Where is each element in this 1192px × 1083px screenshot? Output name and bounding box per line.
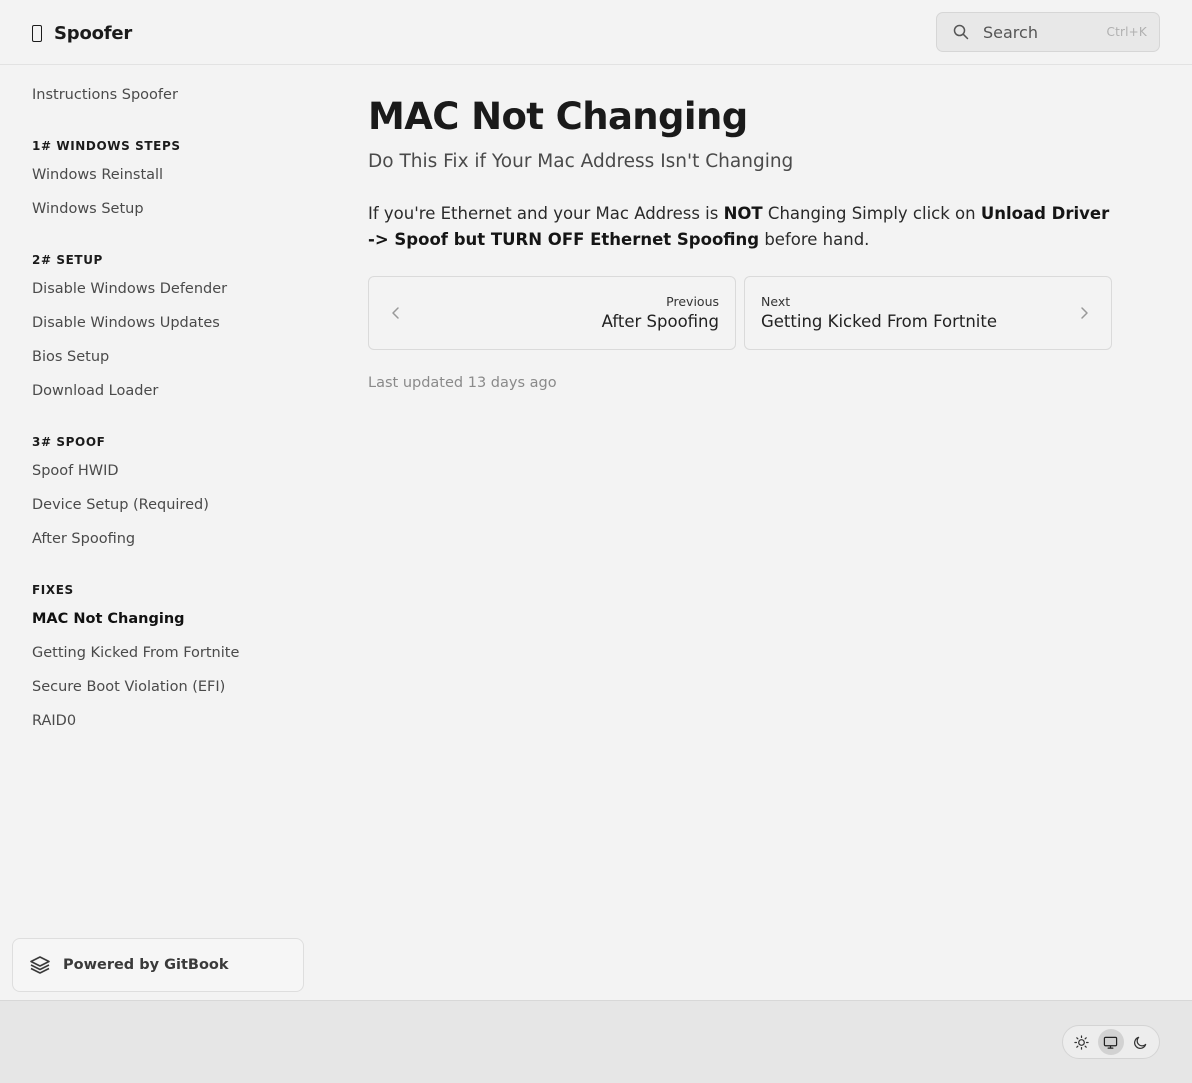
- sidebar-group-setup: 2# SETUP: [32, 253, 103, 267]
- moon-icon: [1133, 1036, 1147, 1049]
- theme-system-button[interactable]: [1097, 1029, 1124, 1055]
- previous-page-title: After Spoofing: [601, 312, 719, 331]
- chevron-right-icon: [1081, 307, 1088, 319]
- sidebar-item-after-spoofing[interactable]: After Spoofing: [32, 531, 135, 547]
- theme-dark-button[interactable]: [1127, 1029, 1153, 1055]
- sidebar-group-spoof: 3# SPOOF: [32, 435, 106, 449]
- body-text-1: If you're Ethernet and your Mac Address …: [368, 204, 724, 223]
- powered-by-gitbook-link[interactable]: Powered by GitBook: [12, 938, 304, 992]
- site-name: Spoofer: [54, 22, 133, 44]
- sidebar-item-spoof-hwid[interactable]: Spoof HWID: [32, 463, 119, 479]
- sidebar-item-raid0[interactable]: RAID0: [32, 713, 76, 729]
- site-brand[interactable]: Spoofer: [32, 20, 132, 46]
- sidebar-item-windows-reinstall[interactable]: Windows Reinstall: [32, 167, 163, 183]
- sidebar: Instructions Spoofer 1# WINDOWS STEPS Wi…: [0, 65, 320, 1000]
- theme-light-button[interactable]: [1069, 1029, 1095, 1055]
- sidebar-item-disable-windows-updates[interactable]: Disable Windows Updates: [32, 315, 220, 331]
- next-page-link[interactable]: Next Getting Kicked From Fortnite: [744, 276, 1112, 350]
- body-paragraph: If you're Ethernet and your Mac Address …: [368, 201, 1112, 253]
- sidebar-item-disable-windows-defender[interactable]: Disable Windows Defender: [32, 281, 227, 297]
- sidebar-item-bios-setup[interactable]: Bios Setup: [32, 349, 109, 365]
- sidebar-item-download-loader[interactable]: Download Loader: [32, 383, 158, 399]
- next-label: Next: [761, 294, 791, 309]
- sidebar-item-mac-not-changing[interactable]: MAC Not Changing: [32, 611, 185, 627]
- theme-switcher: [1062, 1025, 1160, 1059]
- sidebar-item-secure-boot-violation[interactable]: Secure Boot Violation (EFI): [32, 679, 225, 695]
- sidebar-group-windows-steps: 1# WINDOWS STEPS: [32, 139, 181, 153]
- previous-label: Previous: [666, 294, 719, 309]
- next-page-title: Getting Kicked From Fortnite: [761, 312, 997, 331]
- search-label: Search: [983, 22, 1038, 42]
- monitor-icon: [1104, 1036, 1118, 1049]
- footer: [0, 1000, 1192, 1083]
- phone-icon: [32, 24, 42, 42]
- chevron-left-icon: [392, 307, 399, 319]
- sidebar-item-getting-kicked-from-fortnite[interactable]: Getting Kicked From Fortnite: [32, 645, 239, 661]
- body-bold-not: NOT: [723, 204, 763, 223]
- page-title: MAC Not Changing: [368, 95, 748, 138]
- sidebar-item-windows-setup[interactable]: Windows Setup: [32, 201, 144, 217]
- page: Spoofer Search Ctrl+K Instructions Spoof…: [0, 0, 1192, 1083]
- search-button[interactable]: Search Ctrl+K: [936, 12, 1160, 52]
- body-text-2: Changing Simply click on: [762, 204, 981, 223]
- header: Spoofer Search Ctrl+K: [0, 0, 1192, 65]
- search-icon: [953, 24, 969, 40]
- previous-page-link[interactable]: Previous After Spoofing: [368, 276, 736, 350]
- powered-by-label: Powered by GitBook: [63, 957, 229, 973]
- gitbook-logo-icon: [30, 956, 50, 974]
- last-updated: Last updated 13 days ago: [368, 375, 557, 391]
- body-text-3: before hand.: [759, 230, 870, 249]
- page-subtitle: Do This Fix if Your Mac Address Isn't Ch…: [368, 151, 794, 172]
- search-shortcut: Ctrl+K: [1106, 25, 1147, 39]
- sun-icon: [1074, 1034, 1089, 1050]
- sidebar-item-device-setup[interactable]: Device Setup (Required): [32, 497, 209, 513]
- sidebar-item-instructions-spoofer[interactable]: Instructions Spoofer: [32, 87, 178, 103]
- sidebar-group-fixes: FIXES: [32, 583, 74, 597]
